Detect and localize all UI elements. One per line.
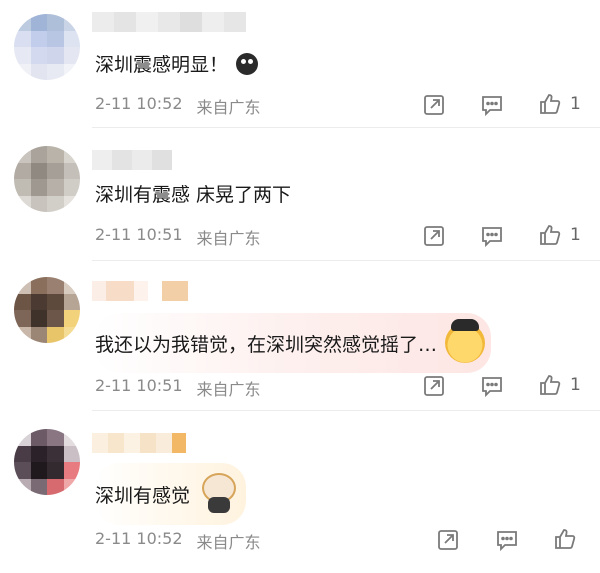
share-icon[interactable] [422, 224, 446, 248]
username[interactable] [92, 433, 186, 453]
location: 来自广东 [196, 98, 261, 117]
comment-meta: 2-11 10:51 来自广东 [95, 376, 261, 400]
comment-bubble: 深圳有感觉 [95, 463, 247, 525]
share-icon[interactable] [436, 528, 460, 552]
avatar[interactable] [14, 14, 80, 80]
username[interactable] [92, 12, 246, 32]
comment-text: 深圳震感明显！ [95, 50, 259, 77]
avatar[interactable] [14, 277, 80, 343]
comment-text-content: 我还以为我错觉，在深圳突然感觉摇了… [95, 333, 438, 356]
thumbs-up-icon[interactable] [538, 92, 562, 116]
comment-item: 我还以为我错觉，在深圳突然感觉摇了… 2-11 10:51 来自广东 1 [0, 261, 600, 411]
comment-text-content: 深圳有感觉 [95, 484, 191, 507]
timestamp: 2-11 10:52 [95, 529, 183, 548]
comment-text-content: 深圳震感明显！ [95, 54, 229, 76]
timestamp: 2-11 10:51 [95, 376, 183, 395]
like-count: 1 [570, 375, 581, 395]
comment-bubble: 我还以为我错觉，在深圳突然感觉摇了… [95, 313, 492, 373]
location: 来自广东 [196, 533, 261, 552]
username[interactable] [92, 150, 172, 170]
timestamp: 2-11 10:52 [95, 94, 183, 113]
crying-emoji-icon [236, 52, 259, 75]
comment-meta: 2-11 10:51 来自广东 [95, 225, 261, 249]
like-count: 1 [570, 225, 581, 245]
location: 来自广东 [196, 380, 261, 399]
comment-meta: 2-11 10:52 来自广东 [95, 94, 261, 118]
thumbs-up-icon[interactable] [538, 223, 562, 247]
thumbs-up-icon[interactable] [553, 527, 577, 551]
comment-text: 深圳有震感 床晃了两下 [95, 180, 291, 207]
comment-icon[interactable] [480, 374, 504, 398]
sticker-icon [198, 473, 238, 515]
thumbs-up-icon[interactable] [538, 373, 562, 397]
share-icon[interactable] [422, 374, 446, 398]
comment-icon[interactable] [480, 93, 504, 117]
like-count: 1 [570, 94, 581, 114]
avatar[interactable] [14, 429, 80, 495]
comment-item: 深圳有感觉 2-11 10:52 来自广东 [0, 411, 600, 573]
location: 来自广东 [196, 229, 261, 248]
comment-meta: 2-11 10:52 来自广东 [95, 529, 261, 553]
comment-icon[interactable] [480, 224, 504, 248]
avatar[interactable] [14, 146, 80, 212]
timestamp: 2-11 10:51 [95, 225, 183, 244]
share-icon[interactable] [422, 93, 446, 117]
comment-item: 深圳有震感 床晃了两下 2-11 10:51 来自广东 1 [0, 128, 600, 261]
comment-text-content: 深圳有震感 床晃了两下 [95, 184, 292, 206]
comment-icon[interactable] [495, 528, 519, 552]
sticker-icon [445, 319, 486, 363]
comment-item: 深圳震感明显！ 2-11 10:52 来自广东 1 [0, 0, 600, 128]
username[interactable] [92, 281, 188, 301]
